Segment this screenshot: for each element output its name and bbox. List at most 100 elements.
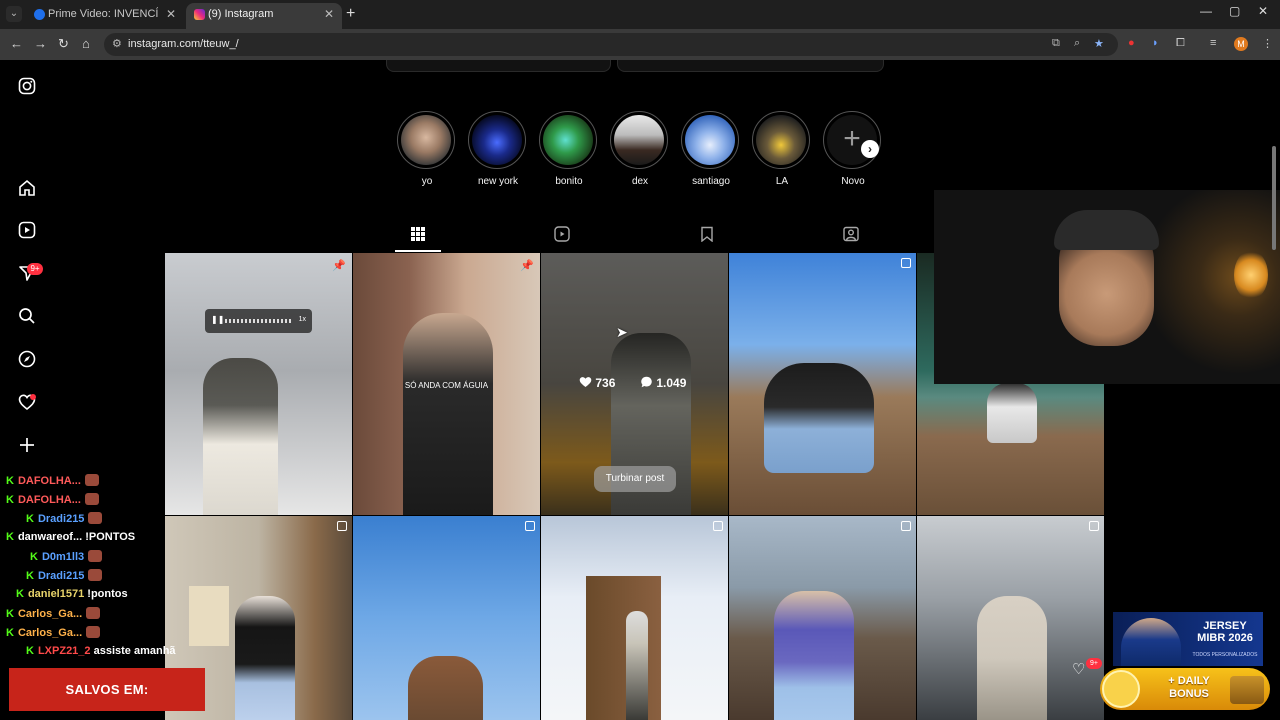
instagram-logo-icon[interactable] bbox=[16, 77, 38, 99]
post-blue-sky[interactable] bbox=[353, 516, 540, 720]
site-info-icon[interactable]: ⚙ bbox=[112, 37, 122, 50]
scrollbar-thumb[interactable] bbox=[1272, 146, 1276, 250]
highlight-label: LA bbox=[775, 176, 789, 187]
tab-title: (9) Instagram bbox=[208, 8, 274, 20]
chat-message: K Dradi215 bbox=[26, 569, 103, 587]
post-figure bbox=[203, 358, 278, 515]
boost-post-button[interactable]: Turbinar post bbox=[594, 466, 676, 492]
highlight-la[interactable]: LA bbox=[752, 111, 812, 187]
forward-icon[interactable]: → bbox=[34, 36, 47, 51]
carousel-icon bbox=[713, 521, 723, 531]
chat-message: Kdaniel1571 !pontos bbox=[16, 588, 128, 600]
promo-title: JERSEY MIBR 2026 bbox=[1197, 620, 1253, 644]
highlight-cover bbox=[472, 115, 522, 165]
chat-message: K Carlos_Ga... bbox=[6, 607, 101, 625]
page-scrollbar[interactable] bbox=[1270, 62, 1278, 720]
reload-icon[interactable]: ↻ bbox=[58, 36, 69, 52]
browser-menu-icon[interactable]: ⋮ bbox=[1262, 37, 1273, 50]
highlight-bonito[interactable]: bonito bbox=[539, 111, 599, 187]
post-gym-water[interactable]: SÓ ANDA COM ÁGUIA 📌 bbox=[353, 253, 540, 515]
install-app-icon[interactable]: ⧉ bbox=[1052, 37, 1060, 50]
tab-posts-grid-icon[interactable] bbox=[409, 226, 427, 244]
comments-value: 1.049 bbox=[656, 376, 687, 390]
close-tab-icon[interactable]: ✕ bbox=[324, 3, 334, 25]
chat-message: K DAFOLHA... bbox=[6, 474, 99, 492]
chat-message: Kdanwareof... !PONTOS bbox=[6, 531, 136, 543]
address-bar[interactable]: ⚙ instagram.com/tteuw_/ ⧉ ⌕ ★ bbox=[104, 33, 1118, 56]
tab-search-button[interactable]: ⌄ bbox=[6, 6, 22, 22]
stories-next-chevron-icon[interactable]: › bbox=[861, 140, 879, 158]
extension-red-icon[interactable]: ● bbox=[1128, 37, 1135, 49]
notifications-dot bbox=[30, 394, 36, 400]
bonus-coin-icon bbox=[1102, 670, 1140, 708]
highlight-label: bonito bbox=[555, 176, 583, 187]
post-figure bbox=[987, 383, 1037, 443]
carousel-icon bbox=[901, 258, 911, 268]
edit-profile-button[interactable] bbox=[386, 60, 611, 72]
extension-audio-icon[interactable]: ◗ bbox=[1152, 37, 1159, 49]
post-subway[interactable]: 736 1.049 Turbinar post bbox=[541, 253, 728, 515]
bookmark-star-icon[interactable]: ★ bbox=[1094, 37, 1104, 50]
highlight-santiago[interactable]: santiago bbox=[681, 111, 741, 187]
view-archive-button[interactable] bbox=[617, 60, 884, 72]
back-icon[interactable]: ← bbox=[10, 36, 23, 51]
tab-tagged-icon[interactable] bbox=[842, 226, 860, 244]
reels-icon[interactable] bbox=[16, 221, 38, 243]
carousel-icon bbox=[525, 521, 535, 531]
post-figure bbox=[403, 313, 493, 515]
search-icon[interactable] bbox=[16, 307, 38, 329]
browser-tab-instagram[interactable]: (9) Instagram ✕ bbox=[186, 3, 342, 29]
daily-bonus-banner: + DAILY BONUS bbox=[1100, 668, 1270, 710]
post-figure bbox=[764, 363, 874, 473]
likes-count: 736 bbox=[579, 376, 615, 390]
webcam-cap bbox=[1054, 210, 1159, 250]
explore-compass-icon[interactable] bbox=[16, 350, 38, 372]
extensions-puzzle-icon[interactable]: ⧠ bbox=[1176, 37, 1185, 50]
jersey-promo-banner: JERSEY MIBR 2026 TODOS PERSONALIZADOS bbox=[1113, 612, 1263, 666]
home-icon[interactable]: ⌂ bbox=[82, 36, 90, 51]
browser-tab-strip: ⌄ Prime Video: INVENCÍVEL - 2ª T ✕ (9) I… bbox=[0, 0, 1280, 29]
minimize-button[interactable]: — bbox=[1200, 4, 1212, 18]
audio-player-card[interactable]: ❚❚ 1x bbox=[205, 309, 312, 333]
create-plus-icon[interactable] bbox=[16, 436, 38, 458]
highlight-label: yo bbox=[421, 176, 433, 187]
daily-bonus-label: + DAILY BONUS bbox=[1168, 675, 1210, 700]
carousel-icon bbox=[337, 521, 347, 531]
post-bridge[interactable] bbox=[729, 253, 916, 515]
tab-reels-icon[interactable] bbox=[553, 226, 571, 244]
stream-chat-overlay: K DAFOLHA... K DAFOLHA... K Dradi215 Kdanwa… bbox=[0, 470, 200, 665]
zoom-icon[interactable]: ⌕ bbox=[1074, 37, 1080, 50]
highlight-cover bbox=[401, 115, 451, 165]
highlight-label: new york bbox=[477, 176, 518, 187]
post-metal-structure[interactable] bbox=[917, 516, 1104, 720]
pause-icon[interactable]: ❚❚ bbox=[211, 315, 224, 324]
post-cafe[interactable] bbox=[729, 516, 916, 720]
post-snow-cabin[interactable] bbox=[541, 516, 728, 720]
close-window-button[interactable]: ✕ bbox=[1258, 4, 1268, 18]
tab-saved-bookmark-icon[interactable] bbox=[698, 226, 716, 244]
treasure-chest-icon bbox=[1230, 676, 1264, 704]
chat-message: K Carlos_Ga... bbox=[6, 626, 101, 644]
media-control-icon[interactable]: ≡ bbox=[1210, 37, 1216, 49]
streamer-webcam bbox=[934, 190, 1280, 384]
close-tab-icon[interactable]: ✕ bbox=[166, 3, 176, 25]
browser-tab-prime-video[interactable]: Prime Video: INVENCÍVEL - 2ª T ✕ bbox=[26, 3, 184, 29]
highlight-label: dex bbox=[631, 176, 649, 187]
post-caption-overlay: SÓ ANDA COM ÁGUIA bbox=[404, 381, 489, 390]
maximize-button[interactable]: ▢ bbox=[1229, 4, 1240, 18]
browser-profile-avatar[interactable]: M bbox=[1234, 37, 1248, 51]
likes-value: 736 bbox=[595, 376, 616, 390]
highlight-dex[interactable]: dex bbox=[610, 111, 670, 187]
highlight-yo[interactable]: yo bbox=[397, 111, 457, 187]
post-figure bbox=[235, 596, 295, 720]
instagram-favicon-icon bbox=[194, 9, 205, 20]
url-text[interactable]: instagram.com/tteuw_/ bbox=[128, 38, 239, 50]
home-icon[interactable] bbox=[16, 179, 38, 201]
new-tab-button[interactable]: + bbox=[346, 4, 355, 24]
promo-subtitle: TODOS PERSONALIZADOS bbox=[1192, 652, 1258, 658]
highlight-cover bbox=[685, 115, 735, 165]
comments-count: 1.049 bbox=[640, 376, 686, 390]
heart-notification: ♡ 9+ bbox=[1072, 658, 1102, 679]
speed-label: 1x bbox=[298, 316, 306, 323]
highlight-new-york[interactable]: new york bbox=[468, 111, 528, 187]
